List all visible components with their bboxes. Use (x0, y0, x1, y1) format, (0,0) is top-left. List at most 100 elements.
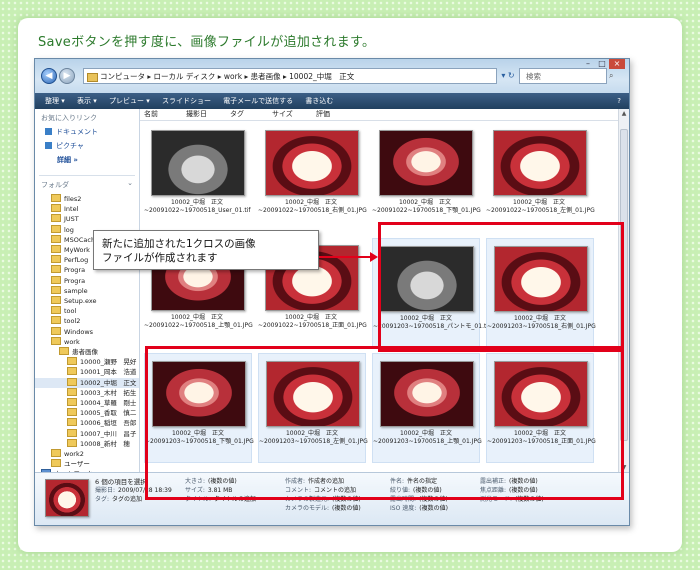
tree-item-label: PerfLog (64, 256, 89, 265)
minimize-icon[interactable]: – (581, 59, 595, 69)
tree-item[interactable]: 10000_瀬野 晃好 (35, 357, 139, 367)
detail-label: タグ: (95, 496, 110, 503)
folder-icon (51, 275, 61, 284)
file-thumbnail[interactable]: 10002_中堀 正文 ~20091022~19700518_右側_01.JPG (258, 123, 367, 231)
detail-value: (複数の値) (419, 505, 448, 512)
preview-button[interactable]: プレビュー ▾ (109, 93, 150, 109)
tree-item-label: Progra (64, 266, 86, 275)
file-name: 10002_中堀 正文 (398, 199, 452, 206)
detail-value: (複数の値) (332, 505, 361, 512)
tree-item[interactable]: 10001_岡本 浩道 (35, 367, 139, 377)
back-button[interactable]: ◀ (41, 68, 57, 84)
folder-icon (67, 377, 77, 386)
tree-item[interactable]: work2 (35, 449, 139, 459)
photo-image-icon (493, 130, 587, 196)
command-bar: 整理 ▾ 表示 ▾ プレビュー ▾ スライドショー 電子メールで送信する 書き込… (35, 93, 629, 109)
column-rating[interactable]: 評価 (316, 109, 330, 120)
column-tag[interactable]: タグ (230, 109, 244, 120)
file-caption: 10002_中堀 正文 ~20091022~19700518_下顎_01.JPG (372, 199, 481, 215)
file-thumbnail[interactable]: 10002_中堀 正文 ~20091022~19700518_下顎_01.JPG (372, 123, 481, 231)
folder-icon (51, 296, 61, 305)
more-links[interactable]: 詳細 » (35, 153, 139, 167)
close-icon[interactable]: × (609, 59, 625, 69)
email-button[interactable]: 電子メールで送信する (223, 93, 293, 109)
title-bar: ◀ ▶ コンピュータ ▸ ローカル ディスク ▸ work ▸ 患者画像 ▸ 1… (35, 59, 629, 93)
tree-item[interactable]: 10002_中堀 正文 (35, 377, 139, 388)
favorites-header: お気に入りリンク (41, 114, 97, 122)
tree-item-label: 10008_新村 穂 (80, 439, 130, 448)
headline-caption: Saveボタンを押す度に、画像ファイルが追加されます。 (38, 35, 376, 50)
folder-icon (51, 224, 61, 233)
tree-item[interactable]: Setup.exe (35, 296, 139, 306)
tree-item[interactable]: tool (35, 306, 139, 316)
file-thumbnail[interactable]: 10002_中堀 正文 ~20091022~19700518_User_01.ti… (144, 123, 250, 231)
tree-item-label: 10003_木村 拓生 (80, 388, 137, 397)
search-icon[interactable]: ⌕ (609, 68, 613, 84)
callout-line-1: 新たに追加された1クロスの画像 (102, 238, 256, 250)
tree-item[interactable]: 10006_稲垣 吾郎 (35, 418, 139, 428)
detail-field[interactable]: タグ: タグの追加 (95, 494, 142, 503)
favorite-link-pictures[interactable]: ピクチャ (35, 139, 139, 153)
tree-item-label: MyWork (64, 246, 90, 255)
address-path: コンピュータ ▸ ローカル ディスク ▸ work ▸ 患者画像 ▸ 10002… (100, 72, 355, 81)
tree-item-label: Intel (64, 205, 79, 214)
folder-icon (67, 418, 77, 427)
tree-item[interactable]: 10008_新村 穂 (35, 438, 139, 449)
photo-image-icon (265, 130, 359, 196)
file-name: 10002_中堀 正文 (170, 314, 224, 321)
tree-item[interactable]: sample (35, 285, 139, 296)
column-date[interactable]: 撮影日 (186, 109, 207, 120)
maximize-icon[interactable]: □ (595, 59, 609, 69)
detail-field[interactable]: ISO 速度: (複数の値) (390, 503, 448, 512)
tree-item[interactable]: ユーザー (35, 459, 139, 469)
folder-icon (67, 408, 77, 417)
folder-icon (67, 428, 77, 437)
file-thumbnail[interactable]: 10002_中堀 正文 ~20091022~19700518_左側_01.JPG (486, 123, 595, 231)
tree-item[interactable]: files2 (35, 194, 139, 204)
folder-icon (51, 306, 61, 315)
scroll-up-icon[interactable]: ▲ (619, 109, 629, 119)
help-icon[interactable]: ? (617, 93, 621, 109)
forward-button[interactable]: ▶ (59, 68, 75, 84)
highlight-box-upper (378, 222, 624, 352)
folder-icon (51, 285, 61, 294)
tree-item-label: log (64, 225, 74, 234)
folder-icon (59, 347, 69, 356)
folders-header[interactable]: フォルダ ⌄ (35, 178, 139, 194)
burn-button[interactable]: 書き込む (305, 93, 333, 109)
column-name[interactable]: 名前 (144, 109, 158, 120)
tree-item[interactable]: 患者画像 (35, 347, 139, 357)
tree-item[interactable]: work (35, 336, 139, 347)
tree-item[interactable]: Intel (35, 204, 139, 214)
tree-item[interactable]: tool2 (35, 316, 139, 326)
photo-image-icon (379, 130, 473, 196)
folder-icon (51, 336, 61, 345)
tree-item[interactable]: Windows (35, 326, 139, 337)
favorite-link-documents[interactable]: ドキュメント (35, 125, 139, 139)
file-name: 10002_中堀 正文 (284, 314, 338, 321)
tree-item[interactable]: 10007_中川 昌子 (35, 428, 139, 439)
tree-item[interactable]: 10004_草羅 剛士 (35, 398, 139, 408)
slideshow-button[interactable]: スライドショー (162, 93, 211, 109)
tree-item[interactable]: JUST (35, 214, 139, 224)
tree-item[interactable]: Progra (35, 275, 139, 286)
tree-item-label: 10004_草羅 剛士 (80, 399, 137, 408)
folder-icon (51, 214, 61, 223)
file-subname: ~20091022~19700518_下顎_01.JPG (372, 207, 481, 214)
folder-icon (67, 367, 77, 376)
refresh-icon[interactable]: ▾ ↻ (499, 68, 517, 84)
tree-item[interactable]: 10003_木村 拓生 (35, 387, 139, 398)
search-input[interactable]: 検索 (519, 68, 607, 84)
organize-button[interactable]: 整理 ▾ (45, 93, 65, 109)
page-background: { "headline": "Saveボタンを押す度に、画像ファイルが追加されま… (0, 0, 700, 570)
tree-item-label: 10000_瀬野 晃好 (80, 358, 137, 367)
tree-item-label: Setup.exe (64, 297, 97, 306)
address-bar[interactable]: コンピュータ ▸ ローカル ディスク ▸ work ▸ 患者画像 ▸ 10002… (83, 68, 497, 84)
tree-item-label: Progra (64, 276, 86, 285)
detail-field[interactable]: カメラのモデル: (複数の値) (285, 503, 361, 512)
column-size[interactable]: サイズ (272, 109, 293, 120)
view-button[interactable]: 表示 ▾ (77, 93, 97, 109)
tree-item[interactable]: 10005_香取 慎二 (35, 408, 139, 418)
folder-icon (51, 245, 61, 254)
file-caption: 10002_中堀 正文 ~20091022~19700518_User_01.ti… (144, 199, 250, 215)
